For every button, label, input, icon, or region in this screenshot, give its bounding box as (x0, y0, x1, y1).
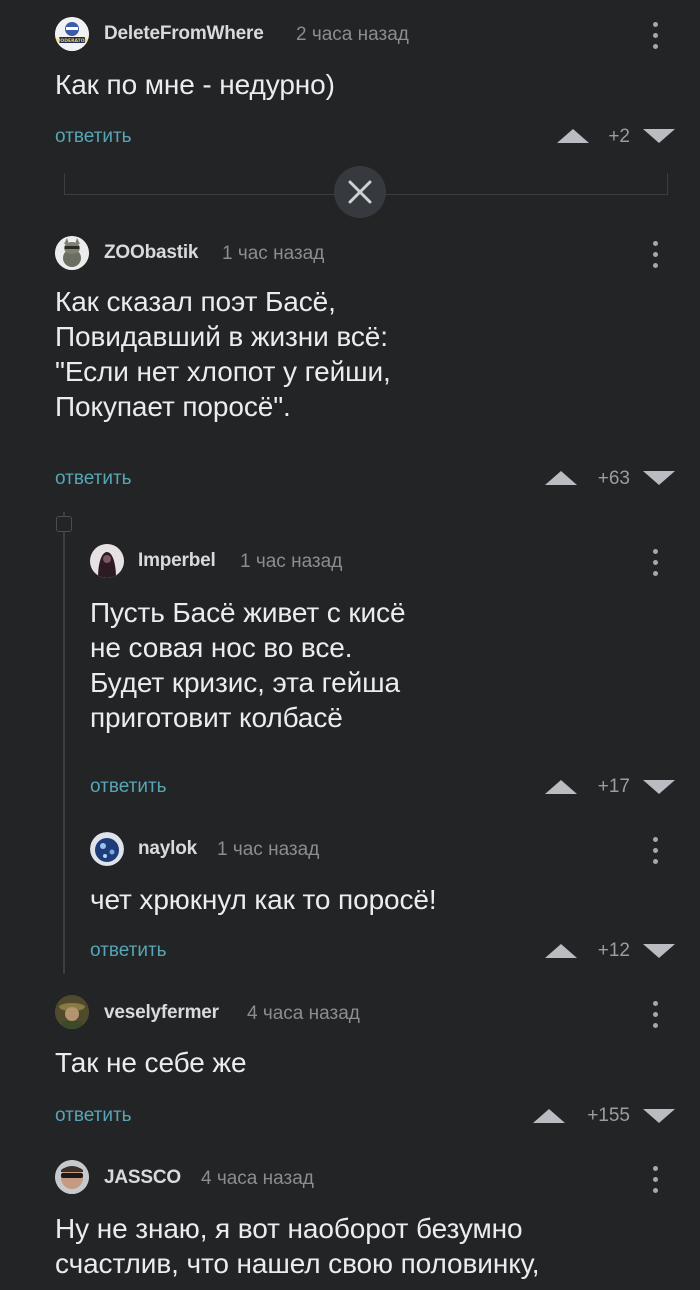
thread-collapse-handle[interactable] (56, 516, 72, 532)
reply-button[interactable]: ответить (55, 468, 132, 490)
avatar[interactable] (90, 544, 124, 578)
score: +2 (608, 126, 630, 147)
upvote-icon[interactable] (545, 471, 577, 485)
avatar[interactable]: MODERATOR (55, 17, 89, 51)
reply-button[interactable]: ответить (55, 126, 132, 148)
username[interactable]: JASSCO (104, 1167, 181, 1189)
more-options-icon[interactable] (650, 837, 660, 869)
sunglasses-avatar-icon (55, 1160, 89, 1194)
score: +155 (587, 1105, 630, 1126)
avatar[interactable] (55, 236, 89, 270)
comment-text: чет хрюкнул как то поросё! (90, 884, 437, 915)
comment: JASSCO 4 часа назад Ну не знаю, я вот на… (0, 1156, 700, 1290)
avatar[interactable] (55, 995, 89, 1029)
comment: ZOObastik 1 час назад Как сказал поэт Ба… (0, 225, 700, 505)
comment-text: Как сказал поэт Басё, Повидавший в жизни… (55, 286, 391, 422)
more-options-icon[interactable] (650, 549, 660, 581)
downvote-icon[interactable] (643, 471, 675, 485)
farmer-avatar-icon (55, 995, 89, 1029)
timestamp: 2 часа назад (296, 24, 409, 45)
reply-button[interactable]: ответить (90, 940, 167, 962)
timestamp: 4 часа назад (247, 1003, 360, 1024)
comment-reply: naylok 1 час назад чет хрюкнул как то по… (0, 828, 700, 978)
downvote-icon[interactable] (643, 129, 675, 143)
downvote-icon[interactable] (643, 1109, 675, 1123)
more-options-icon[interactable] (650, 22, 660, 54)
timestamp: 1 час назад (240, 551, 343, 572)
score: +12 (597, 940, 630, 961)
upvote-icon[interactable] (533, 1109, 565, 1123)
comment: veselyfermer 4 часа назад Так не себе же… (0, 990, 700, 1140)
comment-text: Как по мне - недурно) (55, 69, 335, 100)
person-avatar-icon (90, 544, 124, 578)
collapse-thread-button[interactable] (334, 166, 386, 218)
avatar-badge-text: MODERATOR (56, 38, 89, 44)
comment-text: Так не себе же (55, 1047, 247, 1078)
score: +63 (597, 468, 630, 489)
downvote-icon[interactable] (643, 780, 675, 794)
more-options-icon[interactable] (650, 1166, 660, 1198)
more-options-icon[interactable] (650, 1001, 660, 1033)
close-icon (348, 180, 372, 204)
comment-text: Пусть Басё живет с кисё не совая нос во … (90, 597, 406, 733)
username[interactable]: ZOObastik (104, 242, 198, 264)
timestamp: 4 часа назад (201, 1168, 314, 1189)
avatar[interactable] (90, 832, 124, 866)
reply-button[interactable]: ответить (55, 1105, 132, 1127)
username[interactable]: DeleteFromWhere (104, 23, 264, 45)
moderator-avatar-icon: MODERATOR (55, 17, 89, 51)
comment: MODERATOR DeleteFromWhere 2 часа назад К… (0, 0, 700, 160)
timestamp: 1 час назад (222, 243, 325, 264)
timestamp: 1 час назад (217, 839, 320, 860)
upvote-icon[interactable] (545, 944, 577, 958)
username[interactable]: naylok (138, 838, 197, 860)
score: +17 (597, 776, 630, 797)
downvote-icon[interactable] (643, 944, 675, 958)
comment-text: Ну не знаю, я вот наоборот безумно счаст… (55, 1213, 540, 1279)
globe-avatar-icon (90, 832, 124, 866)
reply-button[interactable]: ответить (90, 776, 167, 798)
username[interactable]: veselyfermer (104, 1002, 219, 1024)
upvote-icon[interactable] (545, 780, 577, 794)
avatar[interactable] (55, 1160, 89, 1194)
username[interactable]: Imperbel (138, 550, 216, 572)
more-options-icon[interactable] (650, 241, 660, 273)
raccoon-avatar-icon (55, 236, 89, 270)
comment-reply: Imperbel 1 час назад Пусть Басё живет с … (0, 540, 700, 810)
